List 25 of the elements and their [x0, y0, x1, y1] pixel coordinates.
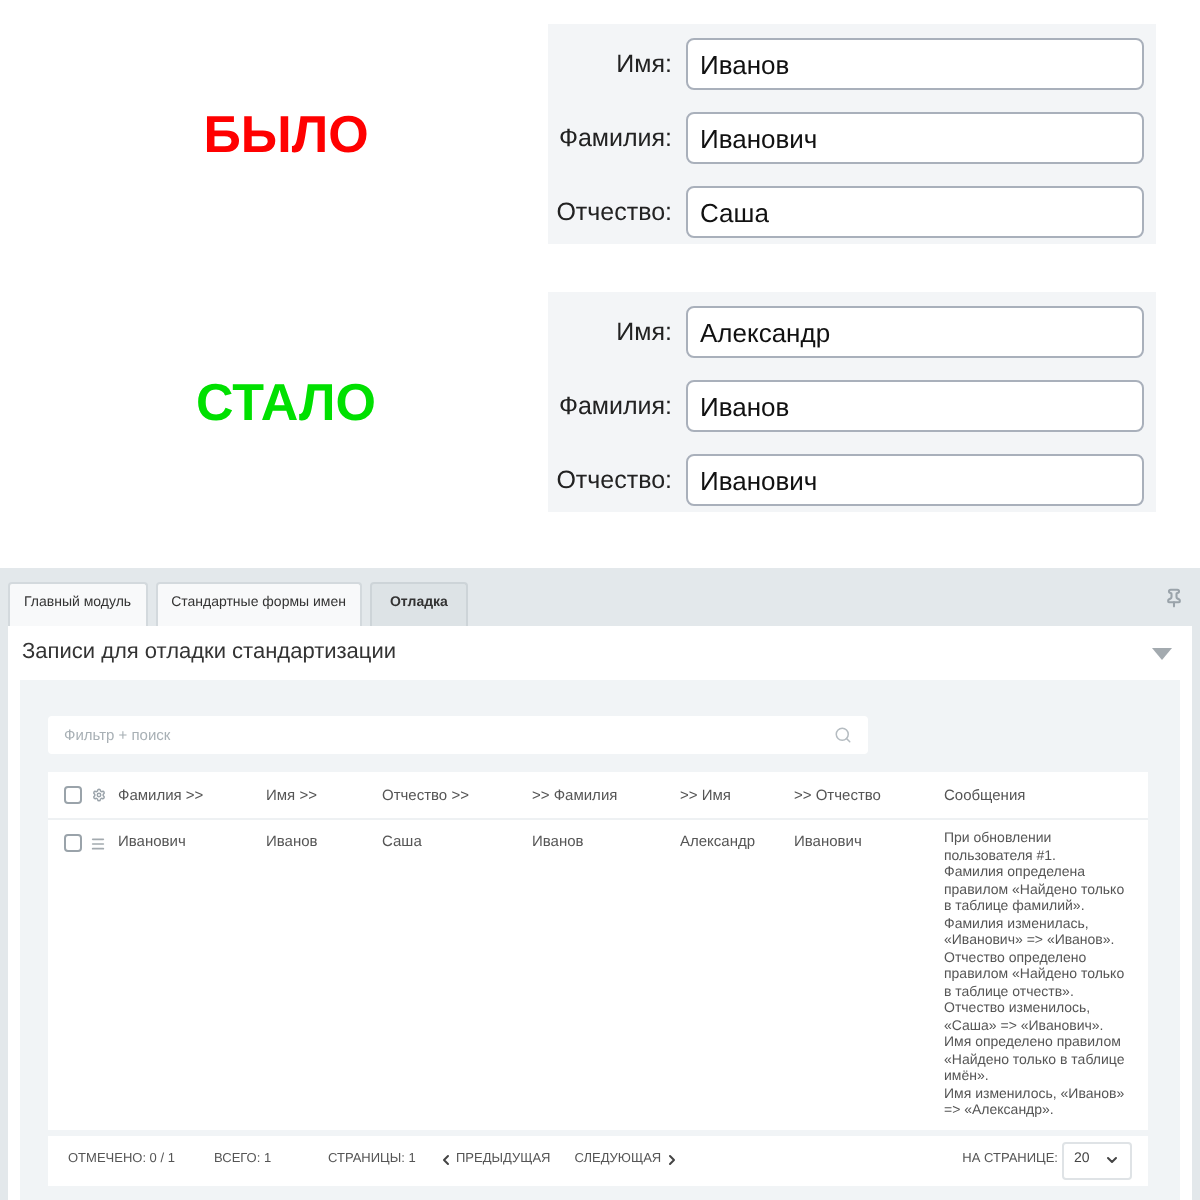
menu-icon[interactable]	[90, 835, 106, 851]
search-icon[interactable]	[834, 726, 852, 744]
checkbox[interactable]	[64, 834, 82, 852]
field-label: Отчество:	[554, 463, 674, 498]
text-input[interactable]: Саша	[686, 186, 1144, 238]
text-input[interactable]: Иванов	[686, 380, 1144, 432]
field-label: Фамилия:	[556, 389, 674, 424]
field-label: Имя:	[614, 47, 674, 82]
comparison-caption: СТАЛО	[196, 376, 376, 428]
chevron-left-icon	[438, 1152, 454, 1168]
comparison-caption: БЫЛО	[203, 108, 369, 160]
text-input[interactable]: Иванов	[686, 38, 1144, 90]
field-label: Отчество:	[554, 195, 674, 230]
text-input[interactable]: Александр	[686, 306, 1144, 358]
pin-icon[interactable]	[1164, 588, 1184, 608]
settings-icon[interactable]	[92, 788, 106, 802]
panel-title: Записи для отладки стандартизации	[22, 638, 397, 669]
chevron-down-icon	[1104, 1152, 1120, 1168]
text-input[interactable]: Иванович	[686, 112, 1144, 164]
checkbox[interactable]	[64, 786, 82, 804]
text-input[interactable]: Иванович	[686, 454, 1144, 506]
chevron-right-icon	[663, 1152, 680, 1168]
field-label: Фамилия:	[556, 121, 674, 156]
field-label: Имя:	[614, 315, 674, 350]
caret-down-icon[interactable]	[1152, 647, 1172, 659]
